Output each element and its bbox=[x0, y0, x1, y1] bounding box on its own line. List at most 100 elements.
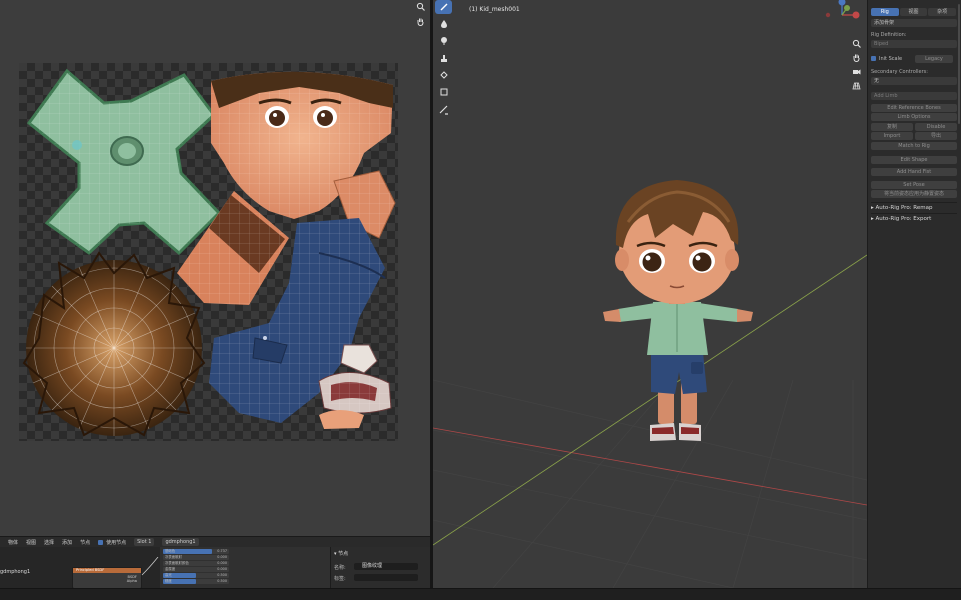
rig-definition-label: Rig Definition: bbox=[871, 32, 907, 38]
uv-toolbar bbox=[414, 0, 428, 30]
node-link bbox=[141, 557, 159, 576]
label-label: 标签: bbox=[334, 576, 346, 582]
zoom-icon[interactable] bbox=[849, 36, 863, 50]
node-inputs-list: 基础色 0.737 次表面散射 0.000 次表面散射颜色 0.000 金属度 0.000 高光… bbox=[163, 549, 229, 589]
input-value: 0.000 bbox=[217, 567, 227, 571]
material-field[interactable]: gdmphong1 bbox=[162, 538, 199, 546]
node-input-row[interactable]: 次表面散射 0.000 bbox=[163, 555, 229, 560]
fill-icon[interactable] bbox=[435, 68, 452, 82]
limb-options-button[interactable]: Limb Options bbox=[871, 113, 957, 121]
node-title: Principled BSDF bbox=[73, 568, 141, 573]
input-label: 糙度 bbox=[165, 579, 172, 583]
disable-button[interactable]: Disable bbox=[915, 123, 957, 131]
input-value: 0.500 bbox=[217, 579, 227, 583]
input-value: 0.737 bbox=[217, 549, 227, 553]
uv-texture-canvas[interactable] bbox=[19, 63, 398, 441]
checkbox-checked-icon bbox=[98, 539, 104, 545]
apply-rest-pose-button[interactable]: 将当前姿态应用为静置姿态 bbox=[871, 190, 957, 198]
pan-hand-icon[interactable] bbox=[849, 50, 863, 64]
legacy-button[interactable]: Legacy bbox=[915, 55, 953, 63]
slot-dropdown[interactable]: Slot 1 bbox=[134, 538, 155, 546]
node-input-row[interactable]: 基础色 0.737 bbox=[163, 549, 229, 554]
use-nodes-checkbox[interactable]: 使用节点 bbox=[98, 539, 126, 546]
remap-section-header[interactable]: ▸ Auto-Rig Pro: Remap bbox=[871, 202, 957, 212]
grab-icon[interactable] bbox=[435, 34, 452, 48]
3d-viewport[interactable]: (1) Kid_mesh001 bbox=[433, 0, 867, 588]
add-limb-dropdown[interactable]: Add Limb bbox=[871, 92, 957, 100]
add-armature-label: 添加骨架 bbox=[874, 20, 895, 26]
input-label: 次表面散射 bbox=[165, 555, 182, 559]
select-menu[interactable]: 选择 bbox=[44, 539, 54, 546]
node-input-row[interactable]: 金属度 0.000 bbox=[163, 567, 229, 572]
shader-editor-header: 物体 视图 选择 添加 节点 使用节点 Slot 1 gdmphong1 bbox=[0, 537, 430, 547]
node-canvas[interactable]: gdmphong1 Principled BSDF BSDF Alpha bbox=[0, 547, 160, 589]
rig-definition-dropdown[interactable]: Biped bbox=[871, 40, 957, 48]
draw-brush-icon[interactable] bbox=[435, 0, 452, 14]
shader-editor[interactable]: 物体 视图 选择 添加 节点 使用节点 Slot 1 gdmphong1 gdm… bbox=[0, 536, 430, 589]
edit-reference-bones-button[interactable]: Edit Reference Bones bbox=[871, 104, 957, 112]
input-label: 次表面散射颜色 bbox=[165, 561, 189, 565]
y-axis-line bbox=[433, 254, 867, 546]
export-section-label: Auto-Rig Pro: Export bbox=[875, 216, 932, 222]
init-scale-checkbox[interactable]: Init Scale bbox=[871, 55, 915, 63]
status-bar bbox=[0, 588, 961, 600]
tab-view[interactable]: 视图 bbox=[899, 8, 928, 16]
sidebar-scrollbar[interactable] bbox=[958, 4, 960, 124]
drop-icon[interactable] bbox=[435, 17, 452, 31]
input-value: 0.000 bbox=[217, 555, 227, 559]
export-button[interactable]: 导出 bbox=[915, 132, 957, 140]
mask-icon[interactable] bbox=[435, 85, 452, 99]
perspective-grid-icon[interactable] bbox=[849, 78, 863, 92]
use-nodes-label: 使用节点 bbox=[106, 539, 127, 546]
object-menu[interactable]: 物体 bbox=[8, 539, 18, 546]
copy-button[interactable]: 复制 bbox=[871, 123, 913, 131]
material-output-label: gdmphong1 bbox=[0, 569, 31, 575]
sidebar-panel: Rig 视图 杂项 添加骨架 Rig Definition: Biped Ini… bbox=[867, 0, 961, 588]
tab-rig[interactable]: Rig bbox=[871, 8, 899, 16]
sidebar-tabs: Rig 视图 杂项 bbox=[871, 8, 957, 16]
remap-section-label: Auto-Rig Pro: Remap bbox=[875, 205, 933, 211]
add-armature-dropdown[interactable]: 添加骨架 bbox=[871, 19, 957, 27]
props-section-label: 节点 bbox=[338, 551, 349, 557]
input-value: 0.500 bbox=[217, 573, 227, 577]
node-input-row[interactable]: 高光 0.500 bbox=[163, 573, 229, 578]
stamp-icon[interactable] bbox=[435, 51, 452, 65]
edit-shape-button[interactable]: Edit Shape bbox=[871, 156, 957, 164]
add-menu[interactable]: 添加 bbox=[62, 539, 72, 546]
import-button[interactable]: Import bbox=[871, 132, 913, 140]
match-to-rig-button[interactable]: Match to Rig bbox=[871, 142, 957, 150]
navigation-gizmo[interactable] bbox=[825, 0, 860, 19]
node-input-row[interactable]: 次表面散射颜色 0.000 bbox=[163, 561, 229, 566]
input-label: 高光 bbox=[165, 573, 172, 577]
export-section-header[interactable]: ▸ Auto-Rig Pro: Export bbox=[871, 213, 957, 223]
viewport-nav-buttons bbox=[849, 36, 863, 92]
input-label: 基础色 bbox=[165, 549, 176, 553]
node-name-field[interactable]: 图像纹理 bbox=[354, 563, 418, 570]
node-label-field[interactable] bbox=[354, 574, 418, 581]
camera-icon[interactable] bbox=[849, 64, 863, 78]
tab-misc[interactable]: 杂项 bbox=[928, 8, 957, 16]
input-value: 0.000 bbox=[217, 561, 227, 565]
checkbox-checked-icon bbox=[871, 56, 876, 61]
init-scale-label: Init Scale bbox=[879, 56, 903, 62]
annotate-icon[interactable] bbox=[435, 103, 452, 117]
viewport-toolbar bbox=[435, 0, 455, 120]
props-section-header[interactable]: ▾ 节点 bbox=[334, 550, 348, 557]
uv-editor[interactable] bbox=[0, 0, 430, 536]
node-output-alpha: Alpha bbox=[126, 579, 137, 583]
node-input-row[interactable]: 糙度 0.500 bbox=[163, 579, 229, 584]
node-principled-bsdf[interactable]: Principled BSDF BSDF Alpha bbox=[72, 567, 142, 589]
viewport-object-name: (1) Kid_mesh001 bbox=[469, 6, 520, 13]
set-pose-button[interactable]: Set Pose bbox=[871, 181, 957, 189]
node-menu[interactable]: 节点 bbox=[80, 539, 90, 546]
character-model[interactable] bbox=[603, 180, 753, 441]
viewport-scene[interactable] bbox=[433, 0, 867, 588]
pan-hand-icon[interactable] bbox=[414, 15, 426, 27]
input-label: 金属度 bbox=[165, 567, 176, 571]
add-hand-fist-button[interactable]: Add Hand Fist bbox=[871, 168, 957, 176]
secondary-controllers-dropdown[interactable]: 无 bbox=[871, 77, 957, 85]
node-properties-panel: ▾ 节点 名称: 图像纹理 标签: bbox=[330, 547, 430, 589]
zoom-icon[interactable] bbox=[414, 0, 426, 12]
view-menu[interactable]: 视图 bbox=[26, 539, 36, 546]
name-label: 名称: bbox=[334, 565, 346, 571]
